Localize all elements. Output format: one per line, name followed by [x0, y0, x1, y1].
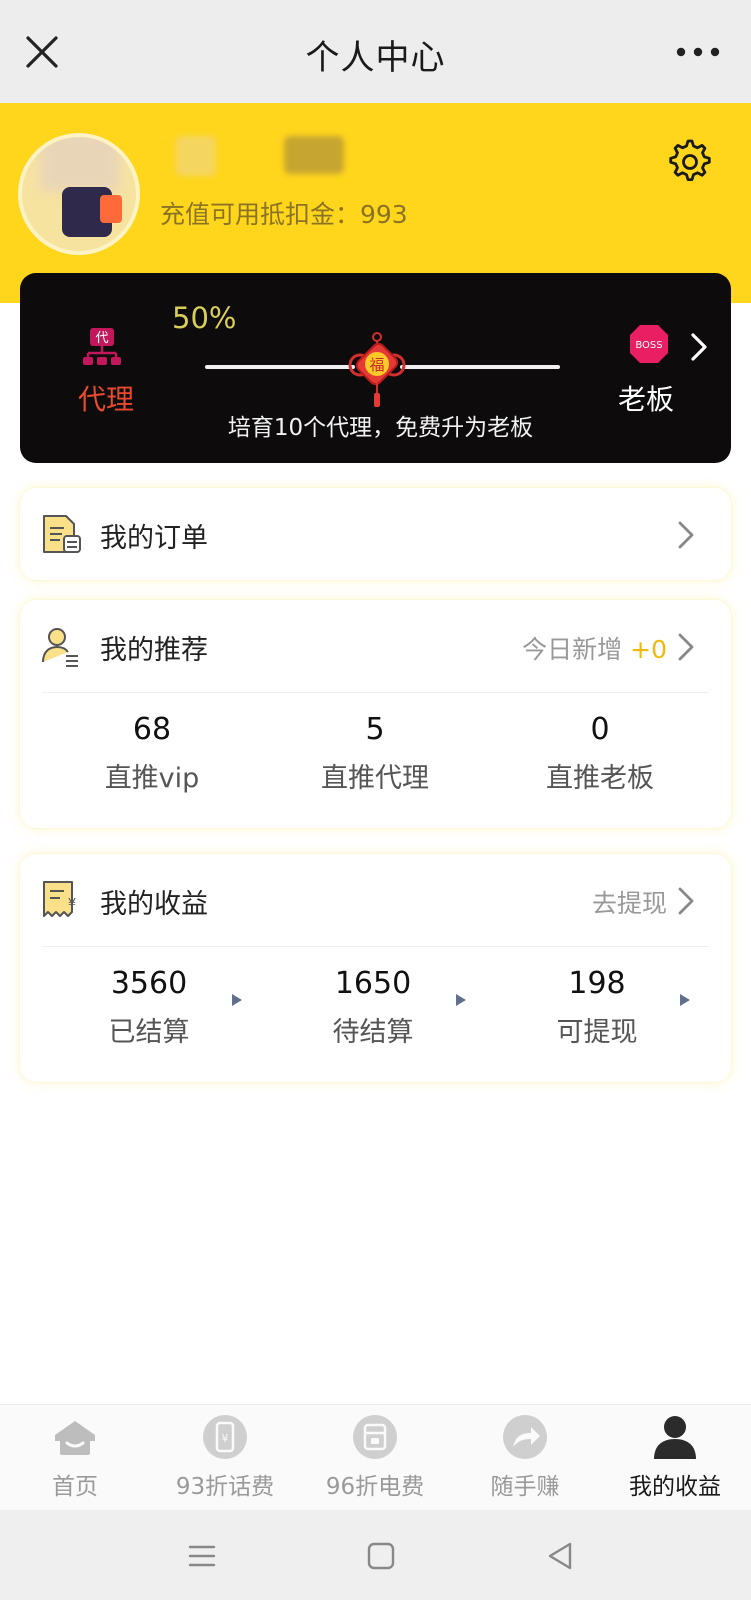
knot-text: 福 — [369, 356, 384, 374]
svg-text:¥: ¥ — [68, 897, 76, 912]
tab-label: 我的收益 — [629, 1474, 721, 1500]
progress-bar-right — [400, 365, 560, 369]
stat-label: 直推老板 — [546, 763, 654, 794]
user-list-icon — [42, 628, 78, 667]
tab-label: 96折电费 — [325, 1474, 425, 1500]
divider — [42, 946, 709, 947]
stat-value: 3560 — [110, 966, 188, 1001]
username-redacted — [176, 136, 216, 176]
orders-row[interactable]: 我的订单 — [20, 488, 731, 580]
tab-home[interactable]: 首页 — [0, 1405, 150, 1511]
stat-direct-vip[interactable]: 68 直推vip — [37, 712, 267, 795]
system-nav-bar — [0, 1510, 751, 1600]
title-bar: 个人中心 — [0, 0, 751, 103]
chevron-right-icon — [678, 887, 694, 915]
stat-label: 待结算 — [332, 1017, 414, 1048]
stat-label: 直推vip — [104, 763, 200, 794]
deduction-balance: 充值可用抵扣金：993 — [160, 200, 408, 229]
gear-icon[interactable] — [667, 139, 713, 185]
svg-text:¥: ¥ — [222, 1432, 229, 1445]
chevron-right-icon — [678, 521, 694, 549]
stat-withdrawable[interactable]: 198 可提现 — [482, 966, 712, 1049]
orders-icon — [43, 515, 81, 553]
tab-label: 随手赚 — [490, 1474, 560, 1500]
stat-value: 198 — [568, 966, 626, 1001]
boss-icon-text: BOSS — [635, 340, 662, 351]
level-upgrade-card[interactable]: 代 代理 50% 福 培育10个代理，免费升为老板 BOSS 老板 — [20, 273, 731, 463]
triangle-right-icon — [456, 994, 466, 1006]
bottom-tab-bar: 首页 ¥ 93折话费 96折电费 随手赚 我的收益 — [0, 1404, 751, 1510]
tab-phone-bill[interactable]: ¥ 93折话费 — [150, 1405, 300, 1511]
tab-my-earnings[interactable]: 我的收益 — [600, 1405, 750, 1511]
tab-electricity[interactable]: 96折电费 — [300, 1405, 450, 1511]
avatar[interactable] — [18, 133, 140, 255]
triangle-right-icon — [680, 994, 690, 1006]
divider — [42, 692, 709, 693]
recommend-title: 我的推荐 — [100, 635, 208, 666]
earnings-title: 我的收益 — [100, 889, 208, 920]
stat-settled[interactable]: 3560 已结算 — [34, 966, 264, 1049]
orders-title: 我的订单 — [100, 523, 208, 554]
tab-label: 首页 — [52, 1474, 98, 1500]
page-title: 个人中心 — [305, 38, 446, 78]
stat-label: 直推代理 — [321, 763, 429, 794]
stat-pending[interactable]: 1650 待结算 — [258, 966, 488, 1049]
back-icon[interactable] — [542, 1538, 578, 1574]
stat-value: 1650 — [334, 966, 412, 1001]
recommend-row[interactable]: 我的推荐 今日新增 +0 — [20, 600, 731, 692]
user-id-redacted — [284, 136, 344, 174]
today-new-label: 今日新增 — [522, 635, 623, 664]
boss-icon: BOSS — [630, 325, 668, 363]
phone-icon: ¥ — [203, 1415, 247, 1459]
home-button-icon[interactable] — [363, 1538, 399, 1574]
progress-percent: 50% — [172, 301, 237, 335]
share-icon — [503, 1415, 547, 1459]
chevron-right-icon — [678, 633, 694, 661]
tab-quick-earn[interactable]: 随手赚 — [450, 1405, 600, 1511]
menu-icon[interactable] — [184, 1538, 220, 1574]
orders-card: 我的订单 — [20, 488, 731, 580]
electricity-icon — [353, 1415, 397, 1459]
svg-text:代: 代 — [95, 331, 108, 346]
more-icon[interactable] — [675, 40, 721, 64]
earnings-card: ¥ 我的收益 去提现 3560 已结算 1650 待结算 198 可提现 — [20, 854, 731, 1082]
earnings-row[interactable]: ¥ 我的收益 去提现 — [20, 854, 731, 946]
stat-value: 68 — [132, 712, 172, 747]
next-level-label: 老板 — [618, 383, 675, 416]
stat-direct-agent[interactable]: 5 直推代理 — [260, 712, 490, 795]
triangle-right-icon — [232, 994, 242, 1006]
progress-bar-left — [205, 365, 355, 369]
stat-value: 5 — [365, 712, 385, 747]
home-icon — [55, 1421, 95, 1455]
receipt-icon: ¥ — [43, 881, 76, 917]
today-new-value: +0 — [630, 635, 667, 664]
stat-value: 0 — [590, 712, 610, 747]
lucky-knot-icon: 福 — [348, 332, 406, 407]
chevron-right-icon[interactable] — [688, 331, 710, 363]
stat-label: 可提现 — [556, 1017, 638, 1048]
stat-direct-boss[interactable]: 0 直推老板 — [485, 712, 715, 795]
agent-icon: 代 — [83, 328, 121, 365]
tab-label: 93折话费 — [175, 1474, 275, 1500]
user-icon — [654, 1416, 696, 1459]
stat-label: 已结算 — [108, 1017, 190, 1048]
withdraw-link[interactable]: 去提现 — [592, 884, 667, 920]
recommend-card: 我的推荐 今日新增 +0 68 直推vip 5 直推代理 0 直推老板 — [20, 600, 731, 828]
today-new: 今日新增 +0 — [522, 630, 667, 666]
